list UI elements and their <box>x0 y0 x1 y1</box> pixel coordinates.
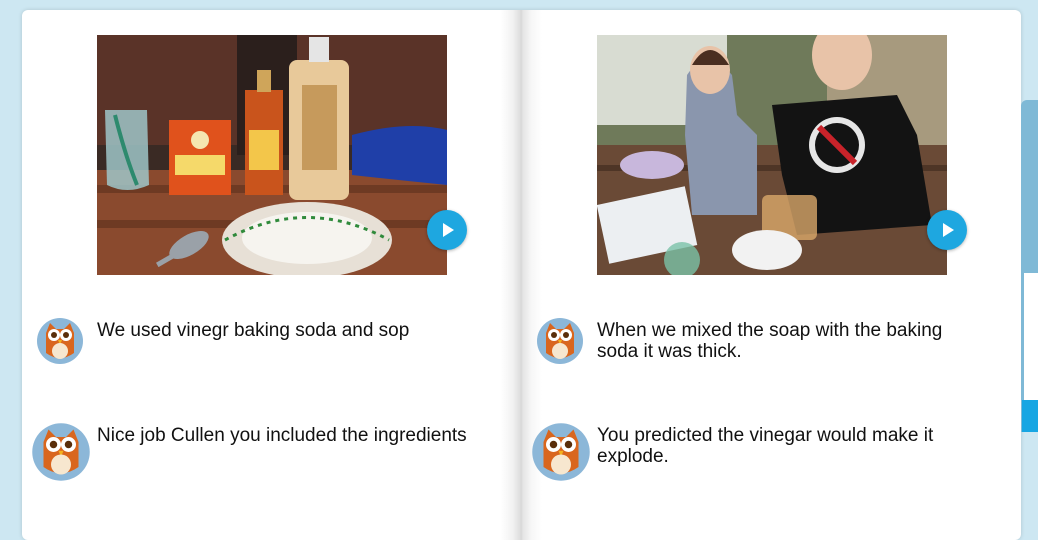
side-panel-content <box>1024 273 1038 403</box>
caption-text: When we mixed the soap with the baking s… <box>597 320 943 362</box>
play-icon[interactable] <box>427 210 467 250</box>
comment-text: Nice job Cullen you included the ingredi… <box>97 425 467 446</box>
owl-avatar-icon <box>31 422 91 487</box>
photo-baking-ingredients[interactable] <box>97 35 447 275</box>
journal-book: We used vinegr baking soda and sop Nice … <box>22 10 1021 540</box>
owl-avatar-icon <box>536 317 584 370</box>
side-panel[interactable] <box>1021 100 1038 432</box>
comment-text: You predicted the vinegar would make it … <box>597 425 934 467</box>
caption-text: We used vinegr baking soda and sop <box>97 320 410 341</box>
play-icon[interactable] <box>927 210 967 250</box>
side-panel-tab[interactable] <box>1022 400 1038 432</box>
owl-avatar-icon <box>531 422 591 487</box>
owl-avatar-icon <box>36 317 84 370</box>
photo-kids-experiment[interactable] <box>597 35 947 275</box>
